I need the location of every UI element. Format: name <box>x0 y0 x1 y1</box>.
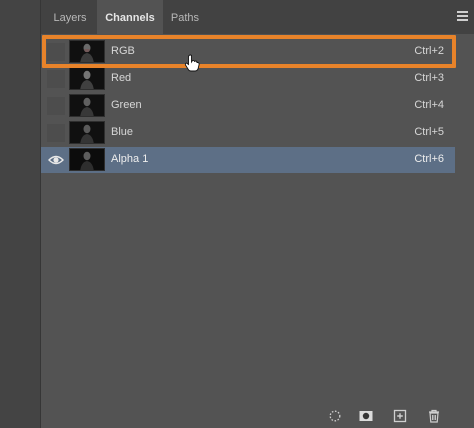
new-channel-icon[interactable] <box>393 409 407 423</box>
channel-thumbnail <box>69 148 105 171</box>
load-selection-icon[interactable] <box>328 409 342 423</box>
channel-name: RGB <box>111 45 135 57</box>
left-dock-gutter <box>0 0 41 428</box>
visibility-toggle[interactable] <box>47 70 65 88</box>
delete-channel-icon[interactable] <box>427 409 441 423</box>
panel-bottom-toolbar <box>41 402 474 428</box>
panel-menu-icon[interactable] <box>457 11 468 22</box>
channel-thumbnail <box>69 94 105 117</box>
visibility-toggle[interactable] <box>47 97 65 115</box>
channel-row-green[interactable]: Green Ctrl+4 <box>41 93 455 119</box>
channel-name: Green <box>111 99 142 111</box>
channel-thumbnail <box>69 121 105 144</box>
tab-layers[interactable]: Layers <box>45 0 95 34</box>
channel-name: Red <box>111 72 132 84</box>
channel-thumbnail <box>69 67 105 90</box>
eye-icon[interactable] <box>47 151 65 169</box>
channel-row-red[interactable]: Red Ctrl+3 <box>41 66 455 92</box>
channel-shortcut: Ctrl+2 <box>414 45 444 57</box>
channel-shortcut: Ctrl+5 <box>414 126 444 138</box>
visibility-toggle[interactable] <box>47 43 65 61</box>
panel-tab-bar: Layers Channels Paths <box>41 0 474 34</box>
channel-row-rgb[interactable]: RGB Ctrl+2 <box>41 39 455 65</box>
save-selection-icon[interactable] <box>359 409 373 423</box>
channel-thumbnail <box>69 40 105 63</box>
hand-cursor-icon <box>184 54 200 72</box>
channel-shortcut: Ctrl+4 <box>414 99 444 111</box>
tab-paths[interactable]: Paths <box>165 0 205 34</box>
channel-shortcut: Ctrl+6 <box>414 153 444 165</box>
channel-row-alpha-1[interactable]: Alpha 1 Ctrl+6 <box>41 147 455 173</box>
channels-panel: Layers Channels Paths RGB Ctrl+2 Red Ctr… <box>41 0 474 428</box>
tab-channels[interactable]: Channels <box>97 0 163 34</box>
channel-name: Alpha 1 <box>111 153 149 165</box>
visibility-toggle[interactable] <box>47 124 65 142</box>
channel-row-blue[interactable]: Blue Ctrl+5 <box>41 120 455 146</box>
channel-name: Blue <box>111 126 134 138</box>
channel-shortcut: Ctrl+3 <box>414 72 444 84</box>
